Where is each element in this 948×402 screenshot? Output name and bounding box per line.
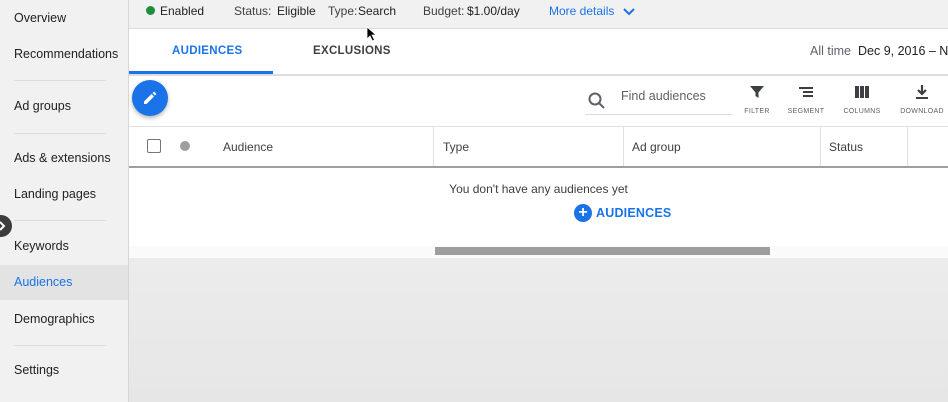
search-icon [588, 92, 605, 109]
pencil-icon [144, 91, 157, 104]
tab-audiences[interactable]: AUDIENCES [172, 45, 242, 57]
filter-label: FILTER [744, 108, 770, 115]
enabled-status: Enabled [160, 4, 205, 18]
columns-label: COLUMNS [843, 108, 881, 115]
empty-state: You don't have any audiences yet + AUDIE… [129, 168, 948, 247]
sidebar-item-settings[interactable]: Settings [14, 363, 59, 377]
sidebar-collapse-toggle[interactable] [0, 215, 12, 237]
segment-label: SEGMENT [787, 108, 825, 115]
more-details-link[interactable]: More details [549, 4, 614, 18]
empty-state-message: You don't have any audiences yet [449, 182, 628, 196]
column-header-ad-group[interactable]: Ad group [632, 140, 681, 154]
sidebar-item-ads-extensions[interactable]: Ads & extensions [14, 151, 111, 165]
download-label: DOWNLOAD [900, 108, 944, 115]
table-header: Audience Type Ad group Status [129, 127, 948, 168]
enabled-status-dot [146, 6, 155, 15]
status-value: Eligible [277, 4, 316, 18]
search-box[interactable] [585, 84, 733, 115]
sidebar-item-audiences[interactable]: Audiences [14, 275, 72, 289]
sidebar-divider [14, 80, 106, 81]
download-icon [916, 85, 928, 99]
filter-icon [750, 86, 764, 98]
active-tab-indicator [129, 71, 273, 74]
tab-exclusions[interactable]: EXCLUSIONS [313, 45, 391, 57]
filter-button[interactable]: FILTER [732, 84, 782, 115]
add-audiences-button[interactable]: + AUDIENCES [574, 204, 671, 222]
column-divider [623, 127, 624, 166]
sidebar-item-recommendations[interactable]: Recommendations [14, 47, 118, 61]
status-label: Status: [234, 4, 272, 18]
download-button[interactable]: DOWNLOAD [897, 84, 947, 115]
empty-page-area [129, 258, 948, 402]
budget-value: $1.00/day [467, 4, 520, 18]
add-audiences-label: AUDIENCES [596, 206, 672, 220]
edit-fab-button[interactable] [132, 80, 168, 116]
budget-label: Budget: [423, 4, 465, 18]
scrollbar-thumb[interactable] [435, 247, 770, 255]
date-range-label: All time [810, 44, 851, 58]
sidebar-divider [14, 133, 106, 134]
columns-icon [855, 86, 869, 98]
tabs-bar: AUDIENCES EXCLUSIONS All time Dec 9, 201… [129, 29, 948, 76]
table-toolbar: FILTER SEGMENT COLUMNS DOWNLOAD [129, 76, 948, 127]
chevron-right-icon [0, 221, 6, 231]
column-divider [820, 127, 821, 166]
columns-button[interactable]: COLUMNS [837, 84, 887, 115]
campaign-status-bar: Enabled Status: Eligible Type: Search Bu… [129, 0, 948, 29]
column-header-audience[interactable]: Audience [223, 140, 273, 154]
sidebar-divider [14, 220, 106, 221]
type-label: Type: [328, 4, 358, 18]
column-header-type[interactable]: Type [443, 140, 469, 154]
sidebar-item-ad-groups[interactable]: Ad groups [14, 99, 71, 113]
sidebar-item-landing-pages[interactable]: Landing pages [14, 187, 96, 201]
sidebar-nav: Overview Recommendations Ad groups Ads &… [0, 0, 129, 402]
sidebar-divider [14, 345, 106, 346]
segment-icon [799, 87, 813, 97]
type-value: Search [358, 4, 397, 18]
chevron-down-icon[interactable] [622, 5, 636, 19]
column-header-status[interactable]: Status [829, 140, 863, 154]
sidebar-item-keywords[interactable]: Keywords [14, 239, 69, 253]
select-all-checkbox[interactable] [147, 139, 161, 153]
status-dot-column-icon [180, 141, 190, 151]
date-range-selector[interactable]: Dec 9, 2016 – No [858, 44, 948, 58]
sidebar-item-overview[interactable]: Overview [14, 11, 66, 25]
plus-icon: + [574, 204, 592, 222]
search-input[interactable] [619, 88, 733, 104]
main-content: Enabled Status: Eligible Type: Search Bu… [129, 0, 948, 402]
mouse-pointer-icon [366, 26, 377, 42]
segment-button[interactable]: SEGMENT [781, 84, 831, 115]
column-divider [907, 127, 908, 166]
sidebar-item-demographics[interactable]: Demographics [14, 312, 95, 326]
column-divider [433, 127, 434, 166]
horizontal-scrollbar[interactable] [129, 246, 948, 258]
